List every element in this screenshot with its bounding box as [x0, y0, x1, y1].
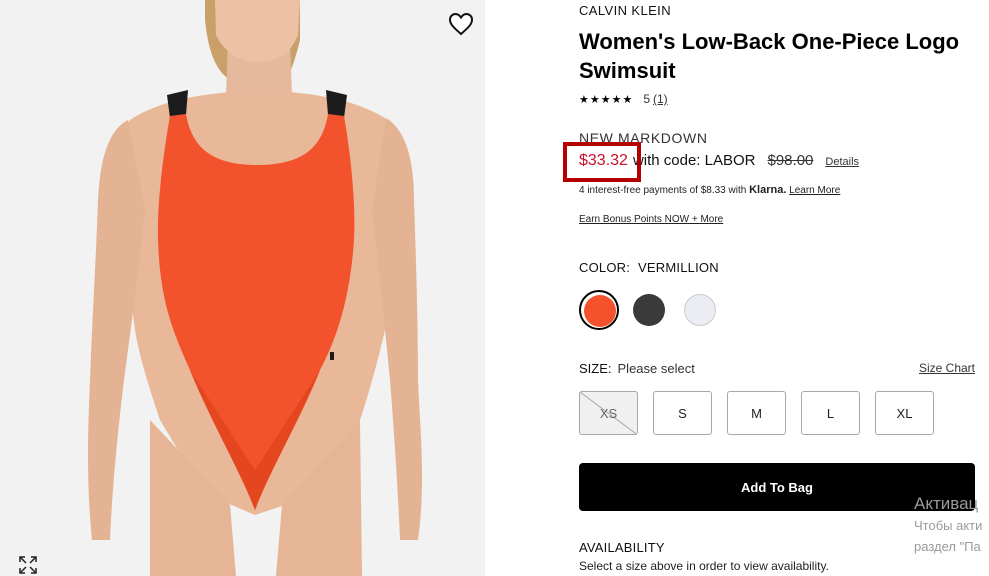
size-option-s[interactable]: S: [653, 391, 712, 435]
size-chart-link[interactable]: Size Chart: [919, 361, 975, 375]
bonus-points-link[interactable]: Earn Bonus Points NOW + More: [579, 214, 723, 225]
size-option-label: M: [751, 405, 762, 421]
model-photo: [0, 0, 485, 576]
size-option-label: L: [826, 405, 835, 421]
heart-icon: [448, 12, 474, 36]
swatch-color: [584, 295, 616, 327]
size-option-label: XS: [599, 405, 618, 421]
reviews-link[interactable]: (1): [653, 92, 668, 106]
size-prompt: Please select: [617, 361, 695, 376]
selected-color: VERMILLION: [638, 260, 719, 275]
color-swatch-black[interactable]: [629, 290, 669, 330]
size-option-l[interactable]: L: [801, 391, 860, 435]
product-title: Women's Low-Back One-Piece Logo Swimsuit: [579, 29, 960, 83]
color-label: COLOR:: [579, 260, 631, 275]
color-selector-label: COLOR: VERMILLION: [579, 260, 719, 275]
size-option-label: S: [678, 405, 687, 421]
size-option-xl[interactable]: XL: [875, 391, 934, 435]
activation-watermark: Активац Чтобы акти раздел "Па: [914, 493, 989, 557]
expand-icon: [19, 556, 37, 574]
watermark-line: Чтобы акти: [914, 518, 983, 533]
product-image[interactable]: [0, 0, 485, 576]
watermark-title: Активац: [914, 494, 979, 513]
swatch-color: [684, 294, 716, 326]
expand-image-button[interactable]: [17, 554, 39, 576]
watermark-line: раздел "Па: [914, 539, 981, 554]
rating-value: 5: [643, 92, 650, 106]
favorite-button[interactable]: [447, 11, 475, 37]
product-details: CALVIN KLEIN Women's Low-Back One-Piece …: [563, 0, 979, 576]
klarna-installments: 4 interest-free payments of $8.33 with K…: [579, 184, 840, 196]
rating: ★★★★★ 5 (1): [579, 92, 668, 106]
klarna-logo: Klarna.: [749, 184, 787, 196]
original-price: $98.00: [767, 152, 814, 169]
size-option-label: XL: [896, 405, 913, 421]
klarna-learn-more-link[interactable]: Learn More: [789, 185, 840, 196]
color-swatch-vermillion[interactable]: [579, 290, 619, 330]
rating-stars: ★★★★★: [579, 93, 634, 106]
size-selector-label: SIZE: Please select: [579, 361, 695, 376]
availability-title: AVAILABILITY: [579, 540, 665, 555]
size-label: SIZE:: [579, 361, 612, 376]
color-swatch-white[interactable]: [680, 290, 720, 330]
size-option-xs[interactable]: XS: [579, 391, 638, 435]
price-details-link[interactable]: Details: [825, 156, 859, 168]
promo-code-text: with code: LABOR: [632, 152, 756, 169]
brand-link[interactable]: CALVIN KLEIN: [579, 3, 671, 18]
klarna-text: 4 interest-free payments of $8.33 with: [579, 185, 747, 196]
size-option-m[interactable]: M: [727, 391, 786, 435]
availability-text: Select a size above in order to view ava…: [579, 559, 829, 573]
swatch-color: [633, 294, 665, 326]
price-highlight-box: [563, 142, 641, 182]
